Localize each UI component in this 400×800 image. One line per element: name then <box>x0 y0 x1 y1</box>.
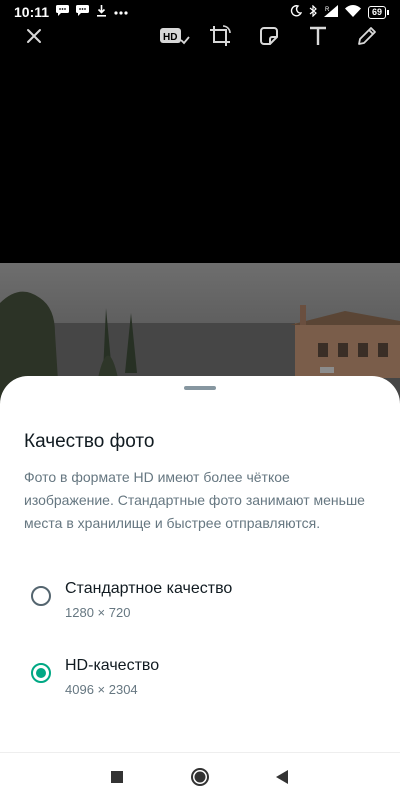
status-time: 10:11 <box>14 4 50 20</box>
option-resolution: 1280 × 720 <box>65 605 131 620</box>
radio-hd-quality[interactable] <box>31 663 51 683</box>
editor-toolbar: HD <box>0 20 400 50</box>
photo-quality-sheet: Качество фото Фото в формате HD имеют бо… <box>0 376 400 752</box>
recents-square-icon[interactable] <box>107 767 127 787</box>
back-triangle-icon[interactable] <box>272 767 292 787</box>
hd-quality-icon[interactable]: HD <box>158 22 192 50</box>
pencil-icon[interactable] <box>353 22 381 50</box>
sheet-title: Качество фото <box>24 431 155 452</box>
sheet-description: Фото в формате HD имеют более чёткое изо… <box>24 469 365 531</box>
home-circle-icon[interactable] <box>190 767 210 787</box>
more-dots-icon <box>114 7 128 18</box>
crop-rotate-icon[interactable] <box>206 22 234 50</box>
moon-icon <box>290 4 303 20</box>
wifi-icon <box>344 4 361 20</box>
option-label: Стандартное качество <box>65 580 233 597</box>
svg-text:R: R <box>325 7 330 13</box>
system-navigation-bar <box>0 752 400 800</box>
signal-icon: R <box>323 4 338 20</box>
option-hd-quality[interactable]: HD-качество 4096 × 2304 <box>0 649 400 711</box>
option-resolution: 4096 × 2304 <box>65 682 138 697</box>
message-icon <box>76 5 90 19</box>
radio-standard-quality[interactable] <box>31 586 51 606</box>
sheet-drag-handle[interactable] <box>184 386 216 390</box>
option-label: HD-качество <box>65 657 160 674</box>
sticker-icon[interactable] <box>255 22 283 50</box>
message-icon <box>56 5 70 19</box>
option-standard-quality[interactable]: Стандартное качество 1280 × 720 <box>0 572 400 634</box>
battery-icon: 69 <box>367 5 390 19</box>
svg-text:HD: HD <box>163 32 177 43</box>
close-icon[interactable] <box>20 22 48 50</box>
download-icon <box>96 4 107 20</box>
bluetooth-icon <box>309 4 317 20</box>
text-icon[interactable] <box>304 22 332 50</box>
